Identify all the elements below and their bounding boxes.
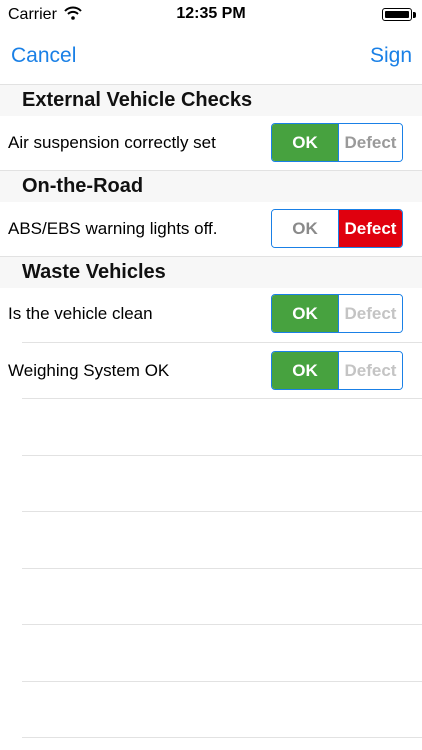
check-label: Weighing System OK bbox=[8, 361, 170, 380]
check-label: ABS/EBS warning lights off. bbox=[8, 219, 218, 238]
ok-defect-segmented-control: OK Defect bbox=[271, 294, 403, 333]
row-separator bbox=[22, 398, 422, 399]
cancel-button[interactable]: Cancel bbox=[11, 44, 76, 68]
check-row-weighing-system: Weighing System OK OK Defect bbox=[0, 342, 422, 399]
section-title: External Vehicle Checks bbox=[22, 89, 253, 111]
section-title: On-the-Road bbox=[22, 175, 144, 197]
check-label: Is the vehicle clean bbox=[8, 304, 153, 323]
row-separator bbox=[22, 568, 422, 569]
check-row-vehicle-clean: Is the vehicle clean OK Defect bbox=[0, 285, 422, 342]
ok-segment[interactable]: OK bbox=[272, 210, 338, 247]
check-row-abs-ebs: ABS/EBS warning lights off. OK Defect bbox=[0, 200, 422, 257]
section-header-waste-vehicles: Waste Vehicles bbox=[0, 256, 422, 288]
clock-time: 12:35 PM bbox=[176, 5, 246, 22]
row-separator bbox=[22, 624, 422, 625]
row-separator bbox=[22, 681, 422, 682]
ok-defect-segmented-control: OK Defect bbox=[271, 123, 403, 162]
section-header-external-vehicle-checks: External Vehicle Checks bbox=[0, 84, 422, 116]
ok-defect-segmented-control: OK Defect bbox=[271, 209, 403, 248]
defect-segment[interactable]: Defect bbox=[337, 295, 402, 332]
battery-icon bbox=[382, 8, 412, 21]
row-separator bbox=[22, 511, 422, 512]
section-title: Waste Vehicles bbox=[22, 261, 166, 283]
row-separator bbox=[22, 737, 422, 738]
navigation-bar: Cancel Sign bbox=[0, 30, 422, 84]
check-row-air-suspension: Air suspension correctly set OK Defect bbox=[0, 114, 422, 171]
ok-segment[interactable]: OK bbox=[272, 124, 338, 161]
check-label: Air suspension correctly set bbox=[8, 133, 216, 152]
defect-segment[interactable]: Defect bbox=[337, 124, 402, 161]
section-header-on-the-road: On-the-Road bbox=[0, 170, 422, 202]
defect-segment[interactable]: Defect bbox=[337, 352, 402, 389]
row-separator bbox=[22, 455, 422, 456]
ok-segment[interactable]: OK bbox=[272, 352, 338, 389]
status-bar: Carrier 12:35 PM bbox=[0, 0, 422, 30]
sign-button[interactable]: Sign bbox=[370, 44, 412, 68]
ok-segment[interactable]: OK bbox=[272, 295, 338, 332]
ok-defect-segmented-control: OK Defect bbox=[271, 351, 403, 390]
defect-segment[interactable]: Defect bbox=[337, 210, 402, 247]
battery-nub bbox=[413, 12, 416, 18]
